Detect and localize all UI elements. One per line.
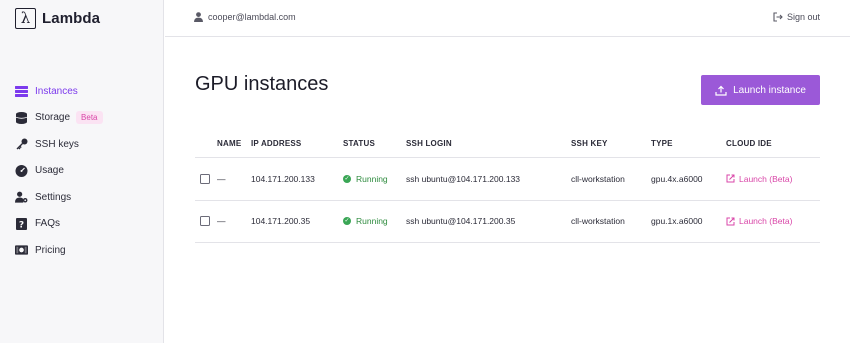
instances-table: NAME IP ADDRESS STATUS SSH LOGIN SSH KEY… <box>195 130 820 243</box>
instance-name: — <box>217 173 226 184</box>
sidebar-item-label: Settings <box>35 191 72 203</box>
sidebar-nav: Instances Storage Beta SSH keys Usage Se… <box>15 78 155 264</box>
launch-icon <box>715 85 727 96</box>
launch-ide-label: Launch (Beta) <box>739 173 793 184</box>
status-label: Running <box>356 216 388 227</box>
storage-icon <box>15 111 28 124</box>
sidebar-item-label: Instances <box>35 85 78 97</box>
sidebar-item-instances[interactable]: Instances <box>15 78 155 105</box>
ssh-key: cll-workstation <box>571 216 625 227</box>
sidebar: λ Lambda Instances Storage Beta SSH keys… <box>0 0 164 343</box>
external-edit-icon <box>726 217 735 226</box>
topbar: cooper@lambdal.com Sign out <box>165 0 850 37</box>
status-running: ✓ Running <box>343 216 388 226</box>
ssh-login: ssh ubuntu@104.171.200.35 <box>406 216 516 227</box>
instance-name: — <box>217 216 226 227</box>
question-icon: ? <box>15 217 28 230</box>
instances-icon <box>15 85 28 98</box>
column-header-status[interactable]: STATUS <box>343 130 375 157</box>
instance-type: gpu.1x.a6000 <box>651 216 703 227</box>
table-header: NAME IP ADDRESS STATUS SSH LOGIN SSH KEY… <box>195 130 820 158</box>
launch-ide-link[interactable]: Launch (Beta) <box>726 216 792 226</box>
cloud-ide-cell: Launch (Beta) <box>726 201 792 243</box>
ssh-key: cll-workstation <box>571 173 625 184</box>
row-select-cell <box>200 158 210 200</box>
sidebar-item-pricing[interactable]: Pricing <box>15 237 155 264</box>
sign-out-label: Sign out <box>786 12 820 22</box>
column-header-ip[interactable]: IP ADDRESS <box>251 130 301 157</box>
column-header-name[interactable]: NAME <box>217 130 241 157</box>
page-title: GPU instances <box>195 73 329 95</box>
sidebar-item-label: SSH keys <box>35 138 79 150</box>
status-running: ✓ Running <box>343 174 388 184</box>
instance-ip: 104.171.200.133 <box>251 173 315 184</box>
status-cell: ✓ Running <box>343 201 388 243</box>
check-circle-icon: ✓ <box>343 217 351 226</box>
beta-badge: Beta <box>76 111 103 125</box>
table-row: — 104.171.200.35 ✓ Running ssh ubuntu@10… <box>195 201 820 243</box>
key-icon <box>15 138 28 151</box>
user-icon <box>194 12 203 22</box>
status-label: Running <box>356 173 388 184</box>
launch-ide-label: Launch (Beta) <box>739 216 793 227</box>
user-email: cooper@lambdal.com <box>208 12 296 22</box>
column-header-type[interactable]: TYPE <box>651 130 673 157</box>
sidebar-item-settings[interactable]: Settings <box>15 184 155 211</box>
ssh-login: ssh ubuntu@104.171.200.133 <box>406 173 521 184</box>
user-settings-icon <box>15 191 28 204</box>
column-header-ssh-login[interactable]: SSH LOGIN <box>406 130 452 157</box>
row-checkbox[interactable] <box>200 216 210 227</box>
logo[interactable]: λ Lambda <box>15 8 100 29</box>
column-header-cloud-ide[interactable]: CLOUD IDE <box>726 130 772 157</box>
sidebar-item-label: Storage <box>35 112 71 124</box>
app-root: λ Lambda Instances Storage Beta SSH keys… <box>0 0 850 343</box>
lambda-logo-icon: λ <box>15 8 36 29</box>
sidebar-item-faqs[interactable]: ? FAQs <box>15 211 155 238</box>
check-circle-icon: ✓ <box>343 174 351 183</box>
sign-out-icon <box>773 12 783 22</box>
sidebar-item-label: Usage <box>35 165 64 177</box>
launch-instance-button[interactable]: Launch instance <box>701 75 820 105</box>
status-cell: ✓ Running <box>343 158 388 200</box>
row-select-cell <box>200 201 210 243</box>
gauge-icon <box>15 164 28 177</box>
column-header-ssh-key[interactable]: SSH KEY <box>571 130 608 157</box>
money-icon <box>15 244 28 257</box>
external-edit-icon <box>726 174 735 183</box>
user-account[interactable]: cooper@lambdal.com <box>194 12 296 22</box>
launch-ide-link[interactable]: Launch (Beta) <box>726 174 792 184</box>
launch-instance-label: Launch instance <box>733 84 806 96</box>
instance-ip: 104.171.200.35 <box>251 216 311 227</box>
sidebar-item-label: FAQs <box>35 218 61 230</box>
sidebar-item-storage[interactable]: Storage Beta <box>15 105 155 132</box>
table-row: — 104.171.200.133 ✓ Running ssh ubuntu@1… <box>195 158 820 201</box>
sidebar-item-ssh-keys[interactable]: SSH keys <box>15 131 155 158</box>
sign-out-button[interactable]: Sign out <box>773 12 820 22</box>
instance-type: gpu.4x.a6000 <box>651 173 703 184</box>
sidebar-item-label: Pricing <box>35 244 66 256</box>
brand-name: Lambda <box>42 10 101 27</box>
sidebar-item-usage[interactable]: Usage <box>15 158 155 185</box>
row-checkbox[interactable] <box>200 173 210 184</box>
cloud-ide-cell: Launch (Beta) <box>726 158 792 200</box>
svg-text:?: ? <box>19 220 24 230</box>
